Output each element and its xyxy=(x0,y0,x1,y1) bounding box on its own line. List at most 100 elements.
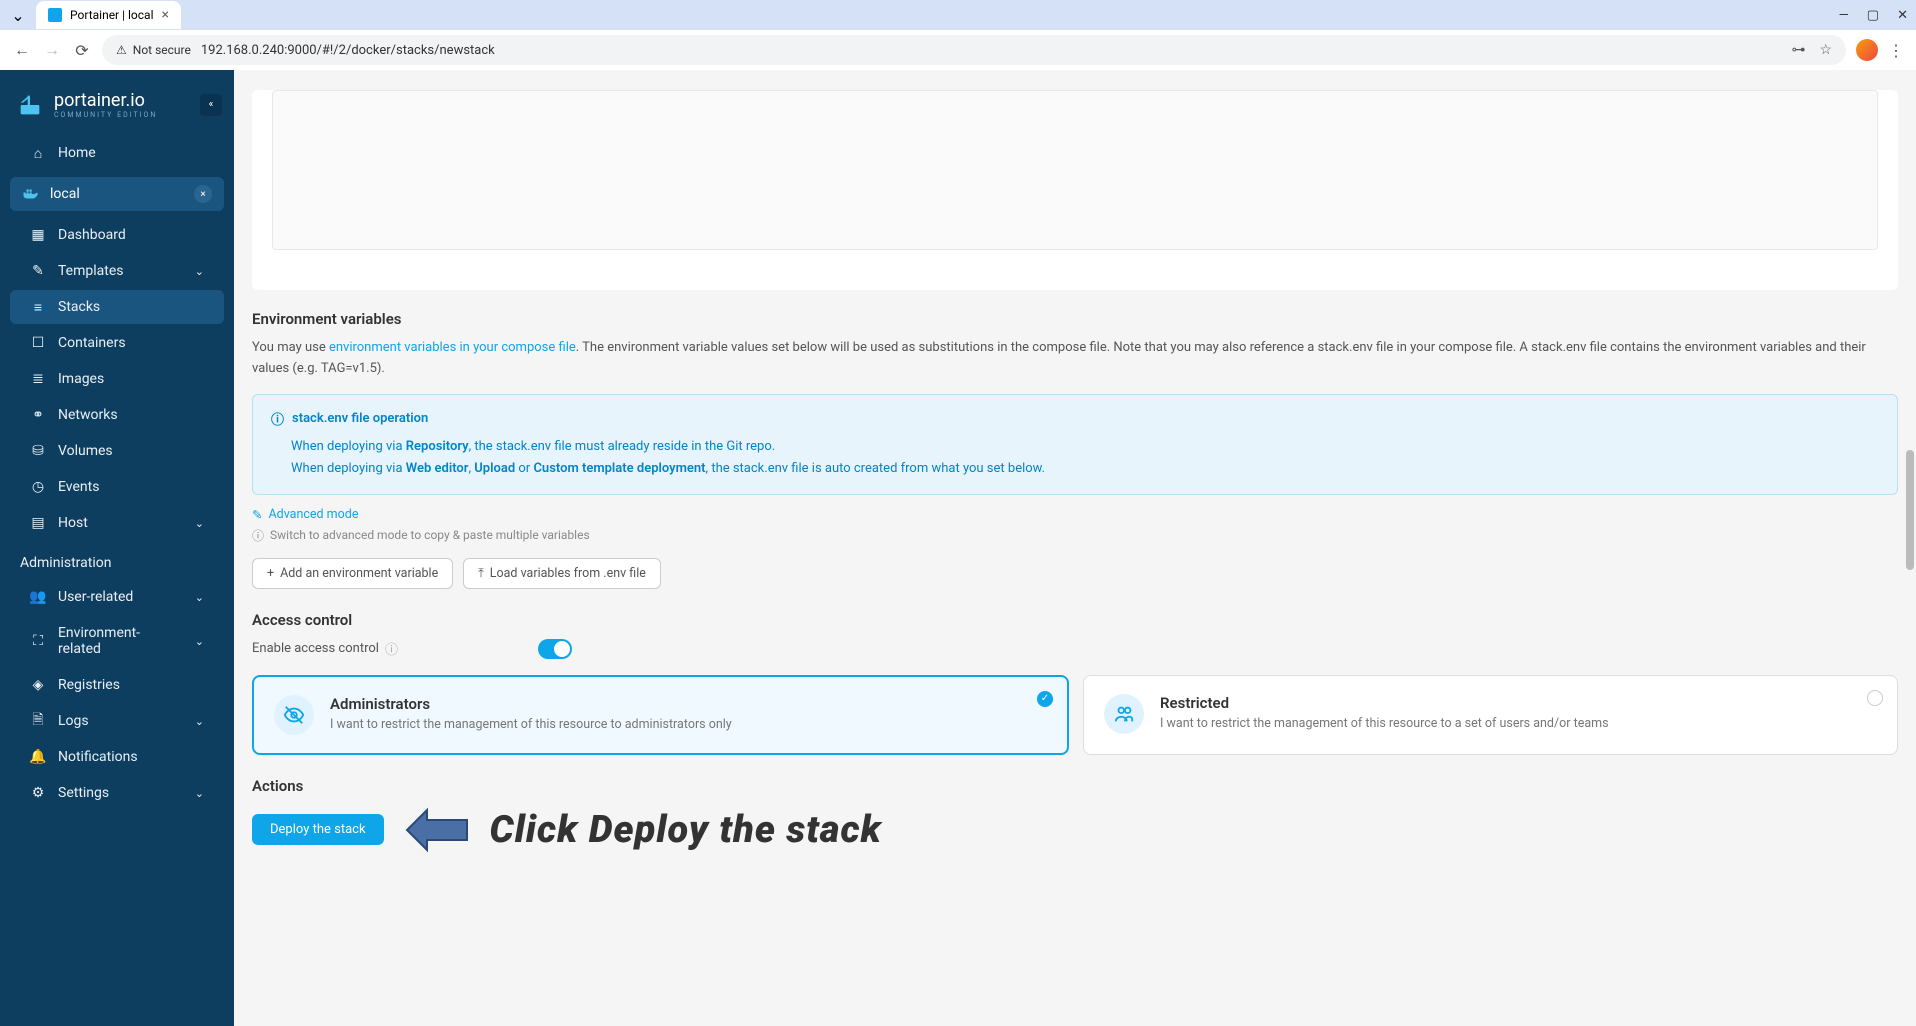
upload-icon: ⤒ xyxy=(478,566,484,581)
annotation-text: Click Deploy the stack xyxy=(490,808,882,852)
environment-icon: ⛶ xyxy=(30,633,46,649)
users-icon xyxy=(1104,694,1144,734)
sidebar-collapse-button[interactable]: « xyxy=(200,94,222,116)
chevron-down-icon: ⌄ xyxy=(195,787,204,800)
chevron-down-icon: ⌄ xyxy=(195,265,204,278)
sidebar-item-containers[interactable]: ☐ Containers xyxy=(10,326,224,360)
events-icon: ◷ xyxy=(30,479,46,495)
chevron-down-icon: ⌄ xyxy=(195,517,204,530)
sidebar-item-images[interactable]: ≣ Images xyxy=(10,362,224,396)
forward-button[interactable]: → xyxy=(42,40,62,60)
close-icon[interactable]: ✕ xyxy=(1897,8,1908,23)
editor-panel xyxy=(252,90,1898,290)
sidebar-item-dashboard[interactable]: ▦ Dashboard xyxy=(10,218,224,252)
sidebar-item-notifications[interactable]: 🔔 Notifications xyxy=(10,740,224,774)
warning-icon: ⚠ xyxy=(116,43,127,57)
bell-icon: 🔔 xyxy=(30,749,46,765)
sidebar-item-home[interactable]: ⌂ Home xyxy=(10,136,224,170)
env-section-title: Environment variables xyxy=(252,310,1898,328)
logo[interactable]: portainer.io COMMUNITY EDITION « xyxy=(0,82,234,135)
access-toggle[interactable] xyxy=(538,639,572,659)
sidebar-item-volumes[interactable]: ⛁ Volumes xyxy=(10,434,224,468)
deploy-button[interactable]: Deploy the stack xyxy=(252,814,384,845)
access-toggle-label: Enable access control ⓘ xyxy=(252,639,398,658)
docker-icon xyxy=(22,185,40,203)
images-icon: ≣ xyxy=(30,371,46,387)
access-card-administrators[interactable]: Administrators I want to restrict the ma… xyxy=(252,675,1069,755)
sidebar-item-environment-related[interactable]: ⛶ Environment-related ⌄ xyxy=(10,616,224,666)
chevron-down-icon: ⌄ xyxy=(195,591,204,604)
sidebar-item-stacks[interactable]: ≡ Stacks xyxy=(10,290,224,324)
env-close-icon[interactable]: × xyxy=(194,185,212,203)
tab-dropdown[interactable]: ⌄ xyxy=(8,5,28,25)
home-icon: ⌂ xyxy=(30,145,46,161)
help-icon[interactable]: ⓘ xyxy=(385,639,398,658)
sidebar-item-host[interactable]: ▤ Host ⌄ xyxy=(10,506,224,540)
env-description: You may use environment variables in you… xyxy=(252,338,1898,380)
advanced-mode-link[interactable]: ✎ Advanced mode xyxy=(252,507,1898,523)
maximize-icon[interactable]: ▢ xyxy=(1867,8,1879,23)
chevron-down-icon: ⌄ xyxy=(195,715,204,728)
info-line-2: When deploying via Web editor, Upload or… xyxy=(271,458,1879,480)
env-link[interactable]: environment variables in your compose fi… xyxy=(329,340,576,355)
load-variables-button[interactable]: ⤒ Load variables from .env file xyxy=(463,558,661,589)
browser-tab[interactable]: Portainer | local × xyxy=(36,1,181,29)
access-card-restricted[interactable]: Restricted I want to restrict the manage… xyxy=(1083,675,1898,755)
registries-icon: ◈ xyxy=(30,677,46,693)
tab-close-icon[interactable]: × xyxy=(162,7,169,23)
reload-button[interactable]: ⟳ xyxy=(72,40,92,60)
sidebar-item-user-related[interactable]: 👥 User-related ⌄ xyxy=(10,580,224,614)
access-restricted-desc: I want to restrict the management of thi… xyxy=(1160,716,1609,731)
gear-icon: ⚙ xyxy=(30,785,46,801)
scrollbar[interactable] xyxy=(1906,450,1914,570)
main-content: Environment variables You may use enviro… xyxy=(234,70,1916,1026)
plus-icon: + xyxy=(267,566,274,581)
logo-name: portainer.io xyxy=(54,90,157,111)
info-icon: ⓘ xyxy=(252,527,264,544)
code-editor[interactable] xyxy=(272,90,1878,250)
actions-section-title: Actions xyxy=(252,777,1898,795)
containers-icon: ☐ xyxy=(30,335,46,351)
favicon-icon xyxy=(48,8,62,22)
security-indicator[interactable]: ⚠ Not secure xyxy=(116,43,191,57)
sidebar-item-networks[interactable]: ⚭ Networks xyxy=(10,398,224,432)
info-box-title: ⓘ stack.env file operation xyxy=(271,409,1879,428)
info-icon: ⓘ xyxy=(271,409,284,428)
volumes-icon: ⛁ xyxy=(30,443,46,459)
sidebar-item-templates[interactable]: ✎ Templates ⌄ xyxy=(10,254,224,288)
url-text: 192.168.0.240:9000/#!/2/docker/stacks/ne… xyxy=(201,43,495,58)
environment-pill[interactable]: local × xyxy=(10,177,224,211)
back-button[interactable]: ← xyxy=(12,40,32,60)
profile-avatar[interactable] xyxy=(1856,39,1878,61)
eye-off-icon xyxy=(274,695,314,735)
access-admin-title: Administrators xyxy=(330,695,732,713)
sidebar: portainer.io COMMUNITY EDITION « ⌂ Home … xyxy=(0,70,234,1026)
stacks-icon: ≡ xyxy=(30,299,46,315)
dashboard-icon: ▦ xyxy=(30,227,46,243)
chevron-down-icon: ⌄ xyxy=(195,635,204,648)
sidebar-item-events[interactable]: ◷ Events xyxy=(10,470,224,504)
url-bar[interactable]: ⚠ Not secure 192.168.0.240:9000/#!/2/doc… xyxy=(102,35,1846,65)
access-restricted-title: Restricted xyxy=(1160,694,1609,712)
bookmark-icon[interactable]: ☆ xyxy=(1819,42,1832,58)
logs-icon: 🗎 xyxy=(30,713,46,729)
check-icon: ✓ xyxy=(1037,691,1053,707)
networks-icon: ⚭ xyxy=(30,407,46,423)
sidebar-item-registries[interactable]: ◈ Registries xyxy=(10,668,224,702)
browser-menu-icon[interactable]: ⋮ xyxy=(1888,41,1904,60)
host-icon: ▤ xyxy=(30,515,46,531)
access-section-title: Access control xyxy=(252,611,1898,629)
window-controls: — ▢ ✕ xyxy=(1839,8,1908,23)
access-admin-desc: I want to restrict the management of thi… xyxy=(330,717,732,732)
users-icon: 👥 xyxy=(30,589,46,605)
radio-unchecked-icon xyxy=(1867,690,1883,706)
sidebar-item-settings[interactable]: ⚙ Settings ⌄ xyxy=(10,776,224,810)
sidebar-item-logs[interactable]: 🗎 Logs ⌄ xyxy=(10,704,224,738)
minimize-icon[interactable]: — xyxy=(1839,8,1849,23)
annotation-arrow-icon xyxy=(402,805,472,855)
add-variable-button[interactable]: + Add an environment variable xyxy=(252,558,453,589)
info-box: ⓘ stack.env file operation When deployin… xyxy=(252,394,1898,495)
browser-tab-bar: ⌄ Portainer | local × — ▢ ✕ xyxy=(0,0,1916,30)
password-icon[interactable]: ⊶ xyxy=(1791,42,1805,58)
tab-title: Portainer | local xyxy=(70,8,154,22)
